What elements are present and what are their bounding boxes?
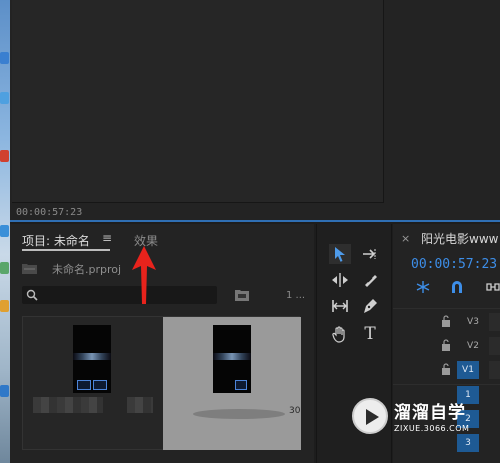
clip-name-blurred <box>33 397 103 413</box>
track-header-end <box>489 361 500 379</box>
clip-name-blurred <box>193 409 285 419</box>
slip-tool[interactable] <box>329 296 351 316</box>
selection-tool[interactable] <box>329 244 351 264</box>
video-track-v1[interactable]: V1 <box>393 358 500 382</box>
snap-magnet-icon[interactable] <box>449 280 465 294</box>
monitor-timecode: 00:00:57:23 <box>16 207 83 218</box>
track-header-end <box>489 313 500 331</box>
panel-focus-indicator <box>10 220 500 222</box>
lock-icon[interactable] <box>441 315 451 327</box>
item-count: 1 ... <box>286 290 306 301</box>
desktop-icon[interactable] <box>0 92 9 104</box>
hand-tool[interactable] <box>329 324 351 344</box>
lock-icon[interactable] <box>441 363 451 375</box>
nest-toggle-icon[interactable] <box>415 280 431 294</box>
clip-duration-blurred <box>127 397 153 413</box>
clip-frame <box>73 325 111 393</box>
timeline-divider <box>393 384 500 385</box>
clip-thumbnail-selected[interactable]: 30 <box>163 317 301 450</box>
watermark-play-logo-icon <box>352 398 388 434</box>
watermark-title: 溜溜自学 <box>394 403 466 423</box>
project-file-name: 未命名.prproj <box>52 263 122 276</box>
track-target-v1[interactable]: V1 <box>457 361 479 379</box>
track-header-end <box>489 337 500 355</box>
hand-icon <box>332 326 345 343</box>
track-label[interactable]: V3 <box>463 315 483 329</box>
monitor-side-area <box>386 0 500 203</box>
monitor-viewport[interactable] <box>12 0 384 203</box>
close-tab-icon[interactable]: × <box>401 232 410 245</box>
lock-icon[interactable] <box>441 339 451 351</box>
project-folder-icon <box>22 264 37 274</box>
track-select-icon <box>363 249 376 259</box>
razor-tool[interactable] <box>359 270 381 290</box>
ripple-edit-tool[interactable] <box>329 270 351 290</box>
video-track-v2[interactable]: V2 <box>393 334 500 358</box>
pen-tool[interactable] <box>359 296 381 316</box>
desktop-icon[interactable] <box>0 262 9 274</box>
project-items-grid: 30 <box>22 316 301 450</box>
desktop-icon[interactable] <box>0 150 9 162</box>
pen-icon <box>364 299 377 313</box>
timeline-divider <box>393 308 500 309</box>
project-panel: 项目: 未命名 ≡ 效果 未命名.prproj 1 ... 30 <box>10 224 314 463</box>
search-input[interactable] <box>22 286 217 304</box>
search-icon <box>26 289 38 301</box>
type-tool[interactable]: T <box>359 324 381 344</box>
panel-menu-icon[interactable]: ≡ <box>102 231 112 245</box>
clip-thumbnail[interactable] <box>23 317 161 450</box>
timeline-timecode[interactable]: 00:00:57:23 <box>411 257 497 272</box>
slip-icon <box>332 300 348 312</box>
desktop-icon[interactable] <box>0 52 9 64</box>
active-tab-underline <box>22 249 110 251</box>
razor-icon <box>365 275 377 287</box>
clip-preview <box>73 353 111 360</box>
sequence-badge-icon <box>235 380 247 390</box>
clip-preview <box>213 353 251 360</box>
tab-project[interactable]: 项目: 未命名 <box>22 232 110 251</box>
track-select-tool[interactable] <box>359 244 381 264</box>
site-watermark: 溜溜自学 ZIXUE.3066.COM <box>352 396 472 441</box>
video-track-v3[interactable]: V3 <box>393 310 500 334</box>
tab-project-label: 项目: 未命名 <box>22 234 90 248</box>
type-tool-label: T <box>364 324 376 344</box>
desktop-icon[interactable] <box>0 385 9 397</box>
annotation-arrow-icon <box>132 246 156 304</box>
selection-arrow-icon <box>335 247 345 262</box>
watermark-url: ZIXUE.3066.COM <box>394 424 470 433</box>
desktop-icon[interactable] <box>0 300 9 312</box>
new-bin-icon[interactable] <box>235 288 249 301</box>
program-monitor: 00:00:57:23 <box>10 0 500 222</box>
clip-frame <box>213 325 251 393</box>
audio-badge-icon <box>93 380 107 390</box>
linked-selection-icon[interactable] <box>485 280 500 294</box>
sequence-tab-title[interactable]: 阳光电影www <box>421 230 498 247</box>
clip-duration: 30 <box>289 406 301 416</box>
desktop-background <box>0 0 10 463</box>
desktop-icon[interactable] <box>0 225 9 237</box>
ripple-edit-icon <box>332 273 348 287</box>
track-label[interactable]: V2 <box>463 339 483 353</box>
video-badge-icon <box>77 380 91 390</box>
